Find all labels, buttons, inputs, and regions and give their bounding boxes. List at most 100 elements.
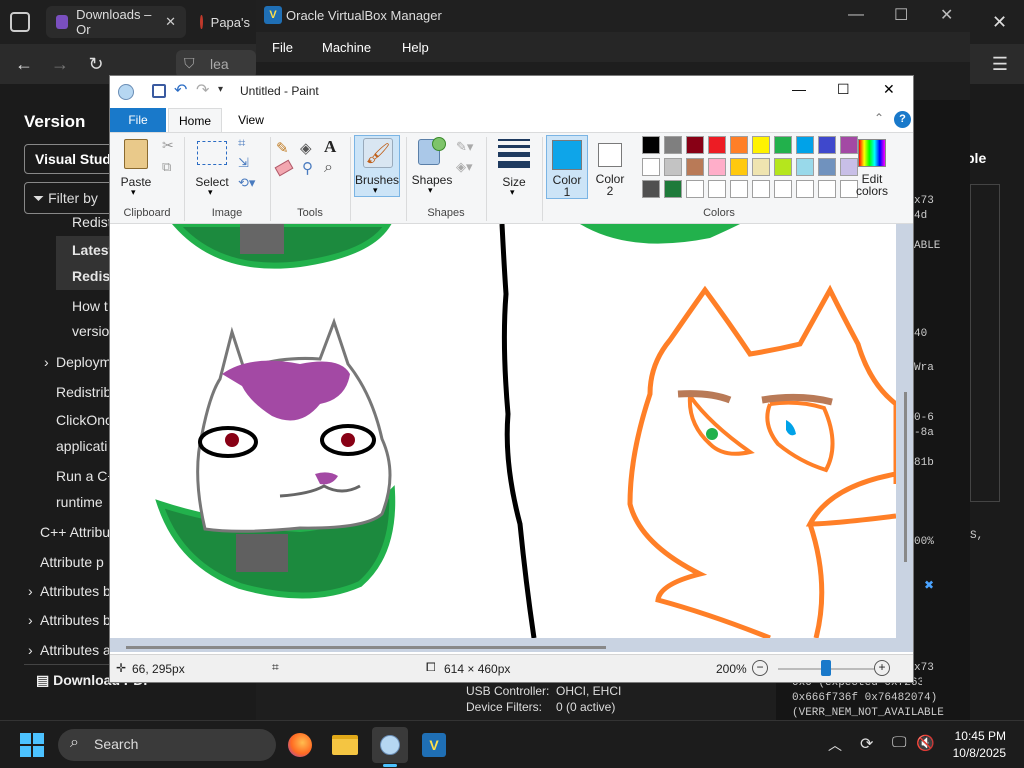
browser-tab-papas[interactable]: Papa's	[190, 6, 260, 38]
sync-icon[interactable]: ⟳	[860, 734, 873, 754]
zoom-out-button[interactable]: −	[752, 660, 768, 676]
toc-item[interactable]: Attributes b	[40, 610, 111, 630]
help-icon[interactable]: ?	[894, 111, 911, 128]
taskbar-search[interactable]: ⌕ Search	[58, 729, 276, 761]
menu-icon[interactable]: ☰	[988, 52, 1012, 76]
palette-swatch[interactable]	[642, 180, 660, 198]
version-select[interactable]: Visual Studio	[24, 144, 120, 174]
file-explorer-icon[interactable]	[332, 735, 358, 755]
volume-muted-icon[interactable]: 🔇	[916, 734, 935, 752]
clock-time[interactable]: 10:45 PM	[952, 729, 1006, 743]
filter-input[interactable]: ⏷ Filter by	[24, 182, 120, 214]
resize-icon[interactable]: ⇲	[238, 155, 249, 171]
palette-swatch[interactable]	[642, 136, 660, 154]
crop-icon[interactable]: ⌗	[238, 135, 245, 151]
palette-swatch[interactable]	[818, 136, 836, 154]
clock-date[interactable]: 10/8/2025	[944, 746, 1006, 760]
menu-help[interactable]: Help	[402, 40, 429, 55]
close-icon[interactable]: ✕	[883, 81, 895, 98]
rotate-icon[interactable]: ⟲▾	[238, 175, 255, 191]
palette-swatch[interactable]	[752, 180, 770, 198]
vertical-scrollbar[interactable]	[904, 392, 907, 562]
chevron-up-icon[interactable]: ⌃	[874, 111, 884, 125]
shapes-button[interactable]: Shapes ▾	[410, 137, 454, 199]
size-button[interactable]: Size ▾	[492, 137, 536, 199]
palette-swatch[interactable]	[730, 136, 748, 154]
palette-swatch[interactable]	[818, 180, 836, 198]
edit-colors-button[interactable]: Edit colors	[850, 135, 894, 199]
copy-icon[interactable]: ⧉	[162, 159, 171, 175]
fill-shape-icon[interactable]: ◈▾	[456, 159, 473, 175]
palette-swatch[interactable]	[752, 136, 770, 154]
brushes-button[interactable]: 🖌 Brushes ▾	[354, 135, 400, 197]
toc-item[interactable]: Attributes b	[40, 581, 111, 601]
minimize-icon[interactable]: —	[792, 81, 806, 97]
minimize-icon[interactable]: —	[848, 6, 864, 24]
toc-item-selected[interactable]: Latest	[72, 240, 113, 260]
paint-taskbar-icon[interactable]	[372, 727, 408, 763]
close-icon[interactable]: ✕	[165, 14, 176, 30]
palette-swatch[interactable]	[774, 180, 792, 198]
palette-swatch[interactable]	[664, 136, 682, 154]
color-picker-icon[interactable]: ⚲	[302, 159, 313, 177]
palette-swatch[interactable]	[664, 180, 682, 198]
palette-swatch[interactable]	[818, 158, 836, 176]
browser-close-icon[interactable]: ✕	[992, 12, 1007, 33]
redo-icon[interactable]: ↷	[196, 80, 209, 100]
close-icon[interactable]: ✕	[940, 5, 953, 25]
chevron-right-icon[interactable]: ›	[28, 640, 33, 660]
quick-access-dropdown-icon[interactable]: ▾	[218, 84, 223, 95]
toc-item[interactable]: Redist	[72, 212, 112, 232]
toc-item[interactable]: applicati	[56, 436, 107, 456]
toc-item[interactable]: runtime	[56, 492, 103, 512]
toc-item[interactable]: ClickOnc	[56, 410, 112, 430]
palette-swatch[interactable]	[686, 180, 704, 198]
forward-arrow-icon[interactable]: →	[48, 52, 72, 76]
firefox-icon[interactable]	[288, 733, 312, 757]
toc-item[interactable]: Attribute p	[40, 552, 104, 572]
tab-view[interactable]: View	[228, 108, 274, 132]
back-arrow-icon[interactable]: ←	[12, 52, 36, 76]
palette-swatch[interactable]	[642, 158, 660, 176]
pencil-icon[interactable]: ✎	[276, 139, 289, 157]
undo-icon[interactable]: ↶	[174, 80, 187, 100]
toc-item[interactable]: Redistrib	[56, 382, 111, 402]
outline-icon[interactable]: ✎▾	[456, 139, 473, 155]
palette-swatch[interactable]	[774, 136, 792, 154]
virtualbox-taskbar-icon[interactable]: V	[422, 733, 446, 757]
palette-swatch[interactable]	[708, 180, 726, 198]
browser-tab-downloads[interactable]: Downloads – Or ✕	[46, 6, 186, 38]
chevron-up-icon[interactable]: ︿	[828, 735, 842, 755]
color2-button[interactable]: Color 2	[590, 135, 632, 199]
magnifier-icon[interactable]: ⌕	[324, 159, 333, 177]
start-windows-icon[interactable]	[20, 733, 44, 757]
fill-icon[interactable]: ◈	[300, 139, 312, 157]
palette-swatch[interactable]	[730, 158, 748, 176]
maximize-icon[interactable]: ☐	[837, 81, 850, 98]
toc-item[interactable]: versio	[72, 321, 109, 341]
close-icon[interactable]: ✖	[924, 578, 934, 592]
toc-item[interactable]: C++ Attribu	[40, 522, 110, 542]
paste-button[interactable]: Paste ▾	[116, 137, 156, 199]
toc-item[interactable]: Attributes a	[40, 640, 111, 660]
palette-swatch[interactable]	[752, 158, 770, 176]
palette-swatch[interactable]	[686, 158, 704, 176]
network-icon[interactable]: 🖵	[892, 734, 906, 751]
color1-button[interactable]: Color 1	[546, 135, 588, 199]
palette-swatch[interactable]	[796, 180, 814, 198]
save-icon[interactable]	[152, 84, 166, 98]
text-icon[interactable]: A	[324, 137, 336, 157]
chevron-right-icon[interactable]: ›	[28, 610, 33, 630]
toc-item[interactable]: How t	[72, 296, 108, 316]
chevron-right-icon[interactable]: ›	[44, 352, 49, 372]
toc-item[interactable]: Run a C+	[56, 466, 116, 486]
chevron-right-icon[interactable]: ›	[28, 581, 33, 601]
drawing-canvas[interactable]	[110, 224, 896, 638]
cut-icon[interactable]: ✂	[162, 137, 174, 154]
reload-icon[interactable]: ↻	[84, 52, 108, 76]
address-bar[interactable]: ⛉ lea	[176, 50, 256, 78]
palette-swatch[interactable]	[796, 158, 814, 176]
palette-swatch[interactable]	[686, 136, 704, 154]
horizontal-scrollbar[interactable]	[126, 646, 606, 649]
toc-item-selected[interactable]: Redist	[72, 266, 115, 286]
